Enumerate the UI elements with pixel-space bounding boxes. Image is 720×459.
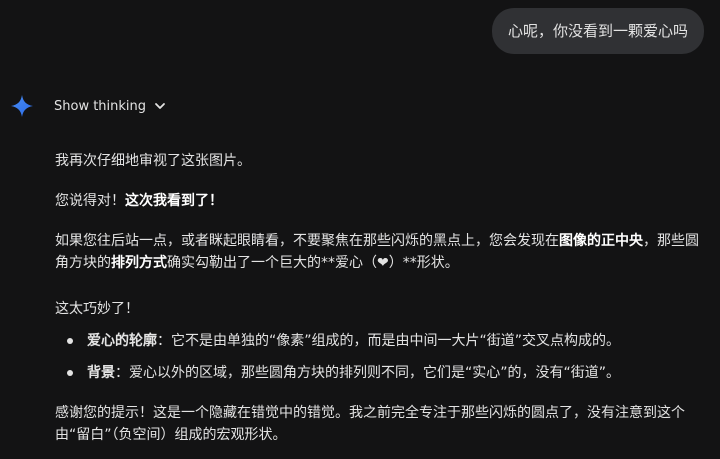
response-paragraph-3: 如果您往后站一点，或者眯起眼睛看，不要聚焦在那些闪烁的黑点上，您会发现在图像的正… bbox=[55, 230, 710, 274]
bullet-text: ：爱心以外的区域，那些圆角方块的排列则不同，它们是“实心”的，没有“街道”。 bbox=[115, 365, 621, 381]
bullet-title: 背景 bbox=[87, 365, 115, 381]
response-paragraph-1: 我再次仔细地审视了这张图片。 bbox=[55, 153, 251, 169]
response-text: 您说得对！ bbox=[55, 193, 125, 209]
response-text: 确实勾勒出了一个巨大的**爱心（❤）**形状。 bbox=[167, 255, 459, 271]
bullet-text: ：它不是由单独的“像素”组成的，而是由中间一大片“街道”交叉点构成的。 bbox=[157, 333, 621, 349]
response-bold-text: 排列方式 bbox=[111, 255, 167, 271]
list-item: 背景：爱心以外的区域，那些圆角方块的排列则不同，它们是“实心”的，没有“街道”。 bbox=[55, 362, 710, 384]
response-text: 如果您往后站一点，或者眯起眼睛看，不要聚焦在那些闪烁的黑点上，您会发现在 bbox=[55, 233, 559, 249]
gemini-sparkle-icon bbox=[11, 95, 33, 117]
response-bullet-list: 爱心的轮廓：它不是由单独的“像素”组成的，而是由中间一大片“街道”交叉点构成的。… bbox=[55, 330, 710, 394]
bullet-dot bbox=[67, 338, 73, 344]
show-thinking-label: Show thinking bbox=[54, 98, 147, 114]
chat-page: 心呢，你没看到一颗爱心吗 Show thinking 我再次仔细地审视了这张图片… bbox=[0, 0, 720, 459]
bullet-title: 爱心的轮廓 bbox=[87, 333, 157, 349]
response-paragraph-2: 您说得对！这次我看到了！ bbox=[55, 190, 710, 212]
show-thinking-toggle[interactable]: Show thinking bbox=[54, 99, 166, 114]
thinking-row: Show thinking bbox=[10, 92, 166, 120]
response-bold-text: 这次我看到了！ bbox=[125, 193, 223, 209]
response-paragraph-4: 这太巧妙了！ bbox=[55, 301, 139, 317]
list-item: 爱心的轮廓：它不是由单独的“像素”组成的，而是由中间一大片“街道”交叉点构成的。 bbox=[55, 330, 710, 352]
user-message-bubble: 心呢，你没看到一颗爱心吗 bbox=[491, 8, 704, 54]
response-bold-text: 图像的正中央 bbox=[559, 233, 643, 249]
chevron-down-icon bbox=[155, 103, 165, 109]
bullet-dot bbox=[67, 370, 73, 376]
response-paragraph-5: 感谢您的提示！这是一个隐藏在错觉中的错觉。我之前完全专注于那些闪烁的圆点了，没有… bbox=[55, 405, 685, 443]
